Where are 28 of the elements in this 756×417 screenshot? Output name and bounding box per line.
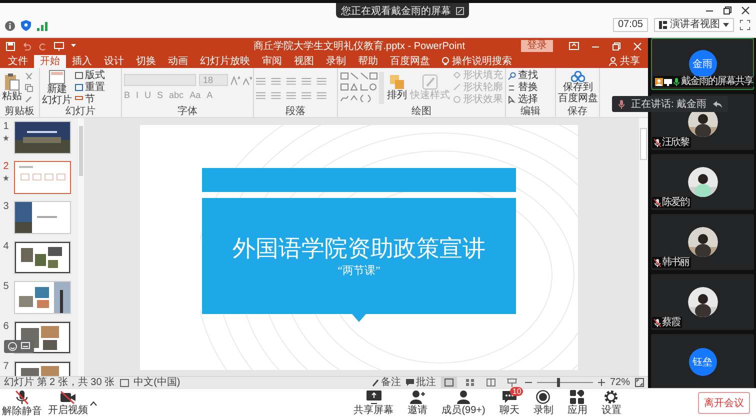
group-label: 段落 bbox=[284, 106, 306, 117]
slide-number: 2 bbox=[3, 161, 9, 172]
group-label: 剪贴板 bbox=[4, 106, 36, 117]
participant-name: 韩书丽 bbox=[662, 257, 689, 268]
slide-number: 7 bbox=[3, 361, 9, 372]
slide-number: 3 bbox=[3, 201, 9, 212]
notification-toast: 您正在观看戴金雨的屏幕 bbox=[336, 3, 469, 18]
speaking-toast: 正在讲话: 戴金雨 bbox=[612, 96, 728, 112]
unread-count: 10 bbox=[510, 387, 524, 396]
group-label: 绘图 bbox=[410, 106, 432, 117]
group-label: 保存 bbox=[566, 106, 588, 117]
participant-name: 陈爱韵 bbox=[662, 197, 689, 208]
slide-number: 5 bbox=[3, 281, 9, 292]
window-title: 商丘学院大学生文明礼仪教育.pptx - PowerPoint bbox=[253, 40, 465, 54]
slide-number: 6 bbox=[3, 321, 9, 332]
slide-title: 外国语学院资助政策宣讲 bbox=[232, 235, 486, 263]
participant-name: 戴金雨的屏幕共享 bbox=[681, 76, 753, 87]
slide-number: 4 bbox=[3, 241, 9, 252]
group-label: 幻灯片 bbox=[64, 106, 96, 117]
avatar: 钰垒 bbox=[688, 348, 716, 376]
participant-name: 汪欣黎 bbox=[662, 137, 689, 148]
slide-number: 1 bbox=[3, 121, 9, 132]
group-label: 字体 bbox=[176, 106, 198, 117]
slide-subtitle: “两节课” bbox=[338, 264, 380, 278]
group-label: 编辑 bbox=[520, 106, 542, 117]
participant-name: 蔡霞 bbox=[662, 317, 680, 328]
meeting-timer: 07:05 bbox=[612, 18, 648, 32]
slide-counter: 幻灯片 第 2 张，共 30 张 bbox=[4, 377, 115, 388]
